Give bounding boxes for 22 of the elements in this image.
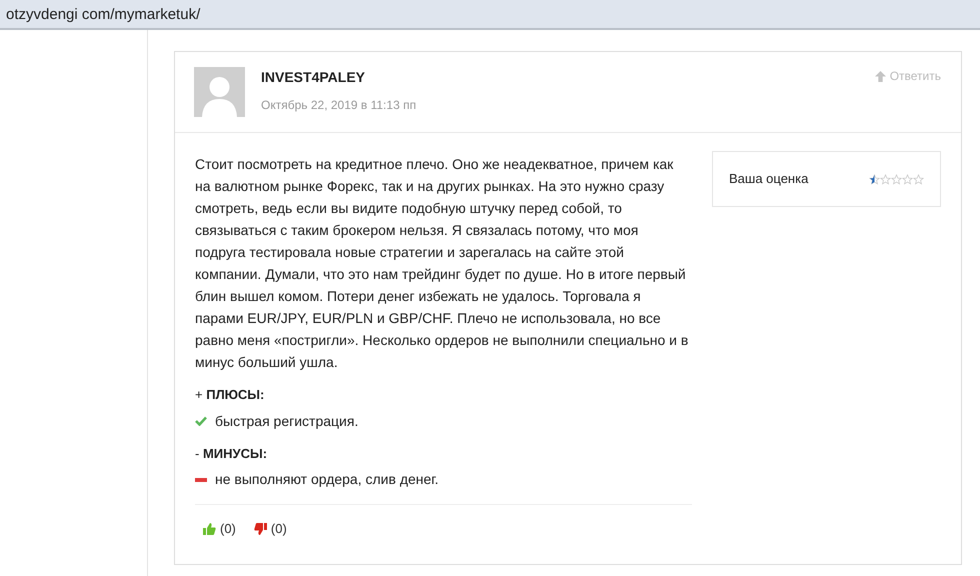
star-icon (880, 174, 891, 184)
star-rating[interactable] (869, 174, 924, 184)
star-icon (913, 174, 924, 184)
section-item: быстрая регистрация. (215, 412, 358, 431)
thumbs-down-icon[interactable] (254, 522, 267, 535)
vote-count: (0) (220, 520, 236, 538)
comment-text: Стоит посмотреть на кредитное плечо. Оно же неадекватное, причем как на валютном рынке Форекс, так и на других рынках. На это нужно сразу смотреть, ведь если вы видите подобную штучку перед собой, то связываться с таким брокером нельзя. Я связалась потому, что моя подруга тестировала новые стратегии и зарегалась на сайте этой компании. Думали, что это нам трейдинг будет по душе. Но в итоге первый блин вышел комом. Потери денег избежать не удалось. Торговала я парами EUR/JPY, EUR/PLN и GBP/CHF. Плечо не использовала, но все равно меня «постригли». Несколько ордеров не выполнили специально и в минус больший ушла. (195, 155, 690, 372)
star-icon (902, 174, 913, 184)
rating-label: Ваша оценка (729, 170, 808, 188)
comment-date: Октябрь 22, 2019 в 11:13 пп (261, 97, 418, 114)
section-item: не выполняют ордера, слив денег. (215, 470, 439, 489)
address-url[interactable]: otzyvdengi com/mymarketuk/ (6, 6, 200, 23)
section-heading: + ПЛЮСЫ: (195, 386, 266, 404)
thumbs-up-icon[interactable] (203, 522, 216, 535)
check-icon (195, 416, 207, 426)
minus-icon (195, 478, 207, 482)
vote-count: (0) (270, 520, 287, 538)
star-icon (869, 174, 880, 184)
section-heading: - МИНУСЫ: (195, 444, 268, 462)
author-name: INVEST4PALEY (261, 68, 366, 87)
arrow-up-icon (874, 70, 886, 82)
star-icon (891, 174, 902, 184)
